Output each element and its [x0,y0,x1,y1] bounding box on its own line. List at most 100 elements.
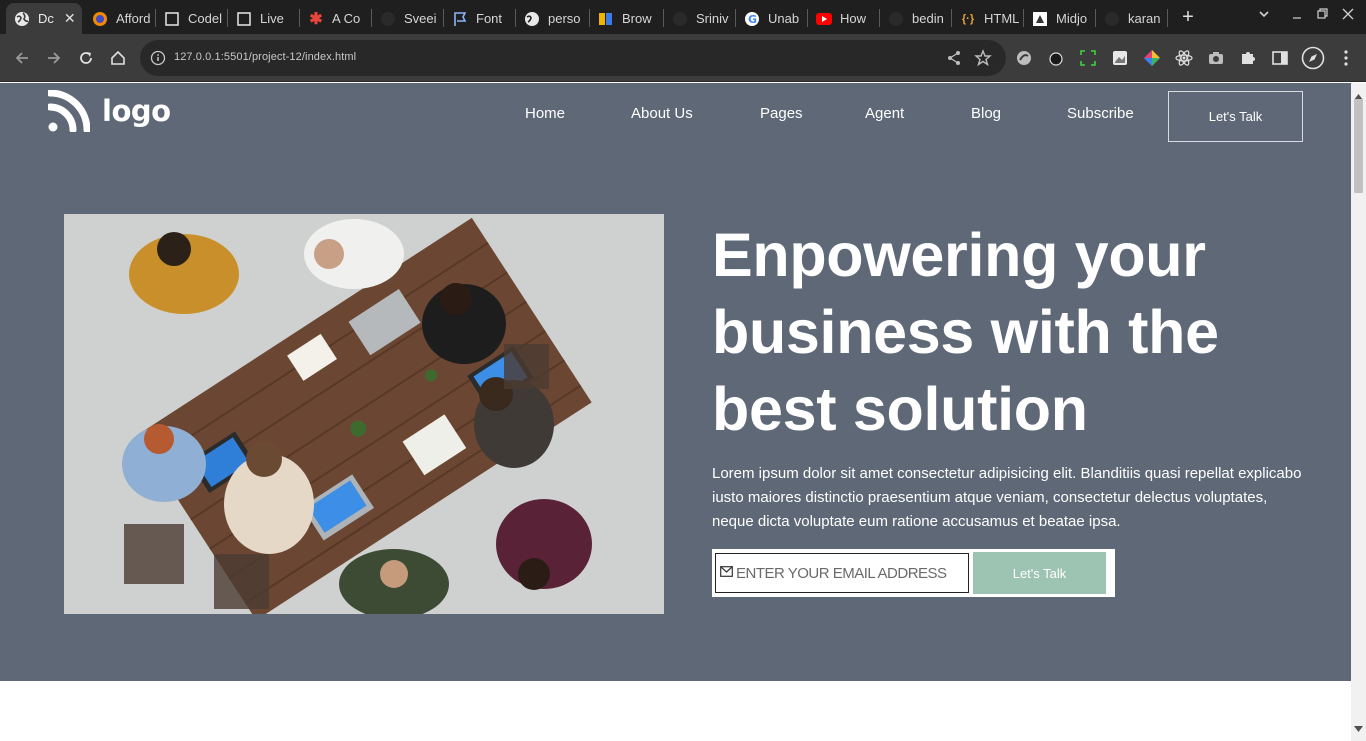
extension-circle-icon[interactable] [1015,49,1033,67]
tab-karan[interactable]: karan [1096,3,1166,34]
google-icon: G [744,11,760,27]
site-info-icon[interactable] [150,50,166,71]
tab-current[interactable]: Dc ✕ [6,3,82,34]
tab-title: A Co [332,11,361,26]
tab-codepen[interactable]: Codel [156,3,226,34]
tab-bedin[interactable]: bedin [880,3,950,34]
lets-talk-submit-button[interactable]: Let's Talk [973,552,1106,594]
envelope-icon [720,564,733,582]
tab-title: Sveei [404,11,437,26]
github-icon [888,11,904,27]
tab-title: Sriniv [696,11,729,26]
codepen-icon [164,11,180,27]
tab-title: perso [548,11,581,26]
share-icon[interactable] [946,50,962,71]
profile-compass-icon[interactable] [1301,46,1325,70]
tab-youtube[interactable]: How [808,3,878,34]
svg-text:G: G [748,13,757,26]
nav-subscribe[interactable]: Subscribe [1067,105,1134,122]
tab-title: Dc [38,11,54,26]
firefox-icon [92,11,108,27]
back-arrow-icon[interactable] [12,48,32,68]
close-icon[interactable]: ✕ [64,10,76,27]
extension-photo-icon[interactable] [1111,49,1129,67]
nav-pages[interactable]: Pages [760,105,803,122]
home-icon[interactable] [108,48,128,68]
nav-blog[interactable]: Blog [971,105,1001,122]
lets-talk-nav-button[interactable]: Let's Talk [1168,91,1303,142]
codepen-icon [236,11,252,27]
flag-icon [452,11,468,27]
tab-html[interactable]: {·} HTML [952,3,1022,34]
email-input[interactable]: ENTER YOUR EMAIL ADDRESS [715,553,969,593]
hero-headline: Enpowering your business with the best s… [712,221,1219,443]
github-icon [1104,11,1120,27]
tab-title: Brow [622,11,652,26]
github-icon [380,11,396,27]
nav-about-us[interactable]: About Us [631,105,693,122]
hero-description: Lorem ipsum dolor sit amet consectetur a… [712,465,1302,530]
tab-title: Unab [768,11,800,26]
side-panel-icon[interactable] [1271,49,1289,67]
globe-icon [14,11,30,27]
forward-arrow-icon[interactable] [44,48,64,68]
midjourney-icon [1032,11,1048,27]
nav-agent[interactable]: Agent [865,105,904,122]
nav-home[interactable]: Home [525,105,565,122]
page-scrollbar[interactable] [1351,83,1366,741]
tab-title: Font [476,11,503,26]
url-text[interactable]: 127.0.0.1:5501/project-12/index.html [174,51,356,63]
color-picker-icon[interactable] [1143,49,1161,67]
globe-icon [524,11,540,27]
tab-title: Midjo [1056,11,1088,26]
code-braces-icon: {·} [961,12,975,25]
browserstack-icon [598,11,614,27]
tab-sveei[interactable]: Sveei [372,3,442,34]
menu-kebab-icon[interactable] [1337,49,1355,67]
close-window-icon[interactable] [1342,8,1354,23]
email-subscribe-form: ENTER YOUR EMAIL ADDRESS Let's Talk [712,549,1115,597]
tab-title: Live [260,11,284,26]
github-icon [672,11,688,27]
browser-tab-strip: Dc ✕ Afford Codel Live ✱ A Co Sveei Font… [0,0,1366,34]
extension-gnu-icon[interactable] [1047,49,1065,67]
tab-unable[interactable]: G Unab [736,3,806,34]
new-tab-plus-icon[interactable]: + [1178,7,1198,27]
email-placeholder: ENTER YOUR EMAIL ADDRESS [736,564,947,582]
react-devtools-icon[interactable] [1175,49,1193,67]
tab-title: How [840,11,867,26]
tab-browserstack[interactable]: Brow [590,3,662,34]
screenshot-crop-icon[interactable] [1079,49,1097,67]
browser-toolbar: 127.0.0.1:5501/project-12/index.html [0,34,1366,82]
tab-midjourney[interactable]: Midjo [1024,3,1094,34]
scroll-down-arrow-icon[interactable] [1354,719,1363,737]
site-logo[interactable]: logo [48,90,171,132]
tab-font[interactable]: Font [444,3,514,34]
tab-title: HTML [984,11,1020,26]
tab-personal[interactable]: perso [516,3,588,34]
tab-divider [1167,9,1168,27]
logo-text: logo [102,94,171,128]
asterisk-icon: ✱ [309,10,323,28]
reload-icon[interactable] [76,48,96,68]
scrollbar-thumb[interactable] [1354,99,1363,193]
hero-section: logo Home About Us Pages Agent Blog Subs… [0,83,1351,681]
tab-title: bedin [912,11,944,26]
extensions-puzzle-icon[interactable] [1239,49,1257,67]
address-bar[interactable]: 127.0.0.1:5501/project-12/index.html [140,40,1006,76]
tab-title: karan [1128,11,1161,26]
tab-live[interactable]: Live [228,3,298,34]
tab-search-chevron-icon[interactable] [1258,8,1270,23]
web-page: logo Home About Us Pages Agent Blog Subs… [0,83,1351,741]
restore-icon[interactable] [1317,8,1329,23]
tab-sriniv[interactable]: Sriniv [664,3,734,34]
tab-title: Afford [116,11,151,26]
tab-affordable[interactable]: Afford [84,3,154,34]
youtube-icon [816,11,832,27]
hero-team-meeting-image [64,214,664,614]
bookmark-star-icon[interactable] [974,49,992,72]
camera-icon[interactable] [1207,49,1225,67]
minimize-icon[interactable] [1292,8,1302,23]
tab-a-co[interactable]: ✱ A Co [300,3,370,34]
rss-logo-icon [48,90,90,132]
